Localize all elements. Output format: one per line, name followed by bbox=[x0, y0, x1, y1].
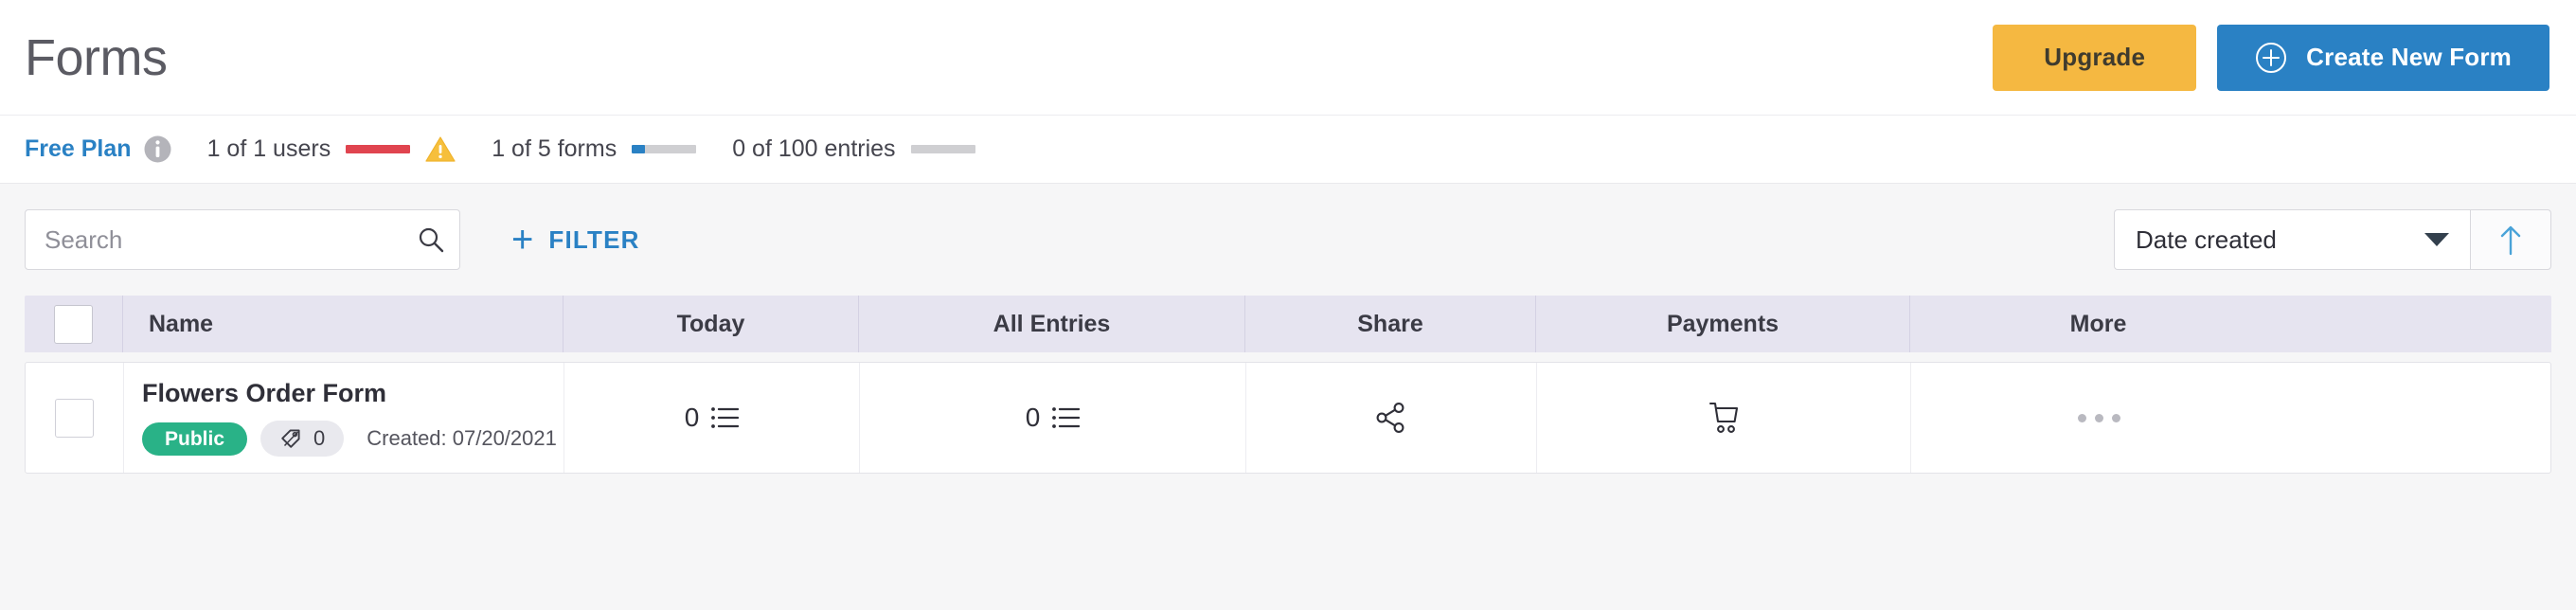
table-header-row: Name Today All Entries Share Payments Mo… bbox=[25, 296, 2551, 352]
form-name-link[interactable]: Flowers Order Form bbox=[142, 379, 386, 408]
search-icon[interactable] bbox=[417, 225, 445, 254]
usage-entries: 0 of 100 entries bbox=[732, 135, 975, 163]
tag-chip[interactable]: 0 bbox=[260, 421, 345, 457]
select-all-header bbox=[25, 296, 122, 352]
forms-table: Name Today All Entries Share Payments Mo… bbox=[0, 296, 2576, 474]
table-row[interactable]: Flowers Order Form Public 0 Created: 07/… bbox=[26, 363, 2550, 473]
column-header-today[interactable]: Today bbox=[563, 296, 858, 352]
filter-label: FILTER bbox=[548, 224, 640, 254]
plan-usage-bar: Free Plan 1 of 1 users 1 of 5 forms 0 of… bbox=[0, 116, 2576, 184]
shopping-cart-icon[interactable] bbox=[1708, 401, 1740, 435]
search-input[interactable] bbox=[25, 209, 460, 270]
usage-entries-meter bbox=[910, 145, 975, 153]
row-today-cell: 0 bbox=[564, 363, 859, 473]
plus-icon: + bbox=[511, 219, 534, 260]
sort-controls: Date created bbox=[2114, 209, 2551, 270]
share-nodes-icon[interactable] bbox=[1374, 401, 1408, 435]
usage-entries-label: 0 of 100 entries bbox=[732, 135, 896, 162]
row-select-cell bbox=[26, 363, 123, 473]
all-entries-count: 0 bbox=[1025, 403, 1041, 432]
ellipsis-dot bbox=[2078, 413, 2086, 422]
usage-users-meter-fill bbox=[346, 145, 411, 153]
list-icon bbox=[1052, 407, 1081, 428]
row-checkbox[interactable] bbox=[55, 398, 94, 438]
today-count: 0 bbox=[684, 403, 700, 432]
chevron-down-icon bbox=[2424, 233, 2449, 246]
header-actions: Upgrade Create New Form bbox=[1993, 24, 2549, 91]
plus-circle-icon bbox=[2256, 42, 2287, 73]
today-entries-link[interactable]: 0 bbox=[685, 403, 740, 433]
info-circle-icon[interactable] bbox=[144, 135, 171, 163]
filter-button[interactable]: + FILTER bbox=[506, 218, 646, 262]
column-header-payments[interactable]: Payments bbox=[1535, 296, 1909, 352]
sort-direction-button[interactable] bbox=[2470, 209, 2551, 270]
form-meta: Public 0 Created: 07/20/2021 bbox=[142, 421, 557, 457]
create-new-form-label: Create New Form bbox=[2306, 43, 2512, 71]
ellipsis-dot bbox=[2112, 413, 2120, 422]
column-header-more[interactable]: More bbox=[1909, 296, 2286, 352]
arrow-up-icon bbox=[2500, 225, 2521, 256]
plan-name-link[interactable]: Free Plan bbox=[25, 135, 132, 163]
warning-triangle-icon[interactable] bbox=[425, 135, 456, 163]
row-payments-cell bbox=[1536, 363, 1910, 473]
select-all-checkbox[interactable] bbox=[54, 304, 93, 344]
sort-by-select[interactable]: Date created bbox=[2114, 209, 2470, 270]
column-header-all-entries[interactable]: All Entries bbox=[858, 296, 1244, 352]
create-new-form-button[interactable]: Create New Form bbox=[2217, 24, 2549, 91]
usage-forms-meter-fill bbox=[632, 145, 645, 153]
usage-users: 1 of 1 users bbox=[207, 135, 456, 163]
ellipsis-dot bbox=[2095, 413, 2103, 422]
column-header-name[interactable]: Name bbox=[122, 296, 563, 352]
usage-users-meter bbox=[346, 145, 411, 153]
usage-forms-meter bbox=[632, 145, 697, 153]
usage-forms-label: 1 of 5 forms bbox=[492, 135, 617, 162]
search-field bbox=[25, 209, 460, 270]
ellipsis-icon[interactable] bbox=[2068, 404, 2130, 432]
column-header-share[interactable]: Share bbox=[1244, 296, 1535, 352]
tag-icon bbox=[281, 429, 300, 448]
row-all-entries-cell: 0 bbox=[859, 363, 1245, 473]
usage-forms: 1 of 5 forms bbox=[492, 135, 697, 163]
status-badge[interactable]: Public bbox=[142, 422, 248, 456]
all-entries-link[interactable]: 0 bbox=[1026, 403, 1081, 433]
sort-by-value: Date created bbox=[2136, 224, 2277, 254]
upgrade-button[interactable]: Upgrade bbox=[1993, 24, 2197, 91]
tag-count: 0 bbox=[313, 426, 326, 450]
row-more-cell bbox=[1910, 363, 2287, 473]
row-name-cell: Flowers Order Form Public 0 Created: 07/… bbox=[123, 363, 564, 473]
list-icon bbox=[711, 407, 740, 428]
page-header: Forms Upgrade Create New Form bbox=[0, 0, 2576, 116]
created-date: Created: 07/20/2021 bbox=[367, 426, 557, 450]
page-title: Forms bbox=[25, 28, 168, 86]
list-toolbar: + FILTER Date created bbox=[0, 184, 2576, 296]
table-body: Flowers Order Form Public 0 Created: 07/… bbox=[25, 362, 2551, 474]
row-share-cell bbox=[1245, 363, 1536, 473]
usage-users-label: 1 of 1 users bbox=[206, 135, 331, 162]
